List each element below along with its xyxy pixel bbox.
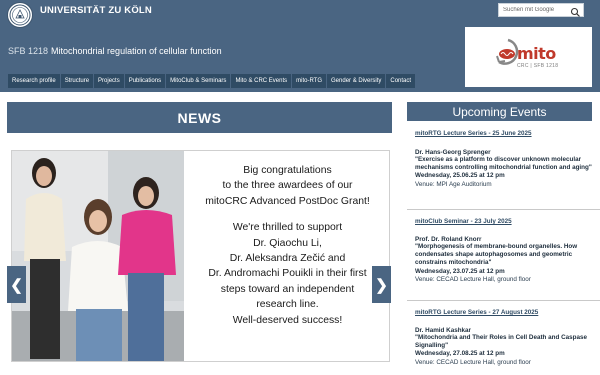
awardees-photo xyxy=(12,151,184,361)
slide-message: Big congratulations to the three awardee… xyxy=(184,163,389,328)
search-input[interactable] xyxy=(503,4,571,16)
nav-projects[interactable]: Projects xyxy=(94,74,124,88)
slide-line: Dr. Andromachi Pouikli in their first xyxy=(208,268,367,280)
event-series-link[interactable]: mitoRTG Lecture Series - 27 August 2025 xyxy=(415,301,592,316)
slide-line: We're thrilled to support xyxy=(232,222,343,234)
event-series-link[interactable]: mitoClub Seminar - 23 July 2025 xyxy=(415,210,592,225)
nav-mito-rtg[interactable]: mito-RTG xyxy=(292,74,327,88)
logo-subtitle: CRC | SFB 1218 xyxy=(517,63,559,69)
event-venue: Venue: MPI Age Auditorium xyxy=(415,180,492,188)
slide-line: to the three awardees of our xyxy=(222,180,353,192)
nav-contact[interactable]: Contact xyxy=(386,74,416,88)
nav-mitoclub-seminars[interactable]: MitoClub & Seminars xyxy=(166,74,231,88)
event-date: Wednesday, 23.07.25 at 12 pm xyxy=(415,267,505,275)
event-title: "Exercise as a platform to discover unkn… xyxy=(415,156,592,172)
slide-line: Well-deserved success! xyxy=(232,314,343,326)
mito-crc-logo[interactable]: mito CRC | SFB 1218 xyxy=(465,27,592,87)
slide-line: mitoCRC Advanced PostDoc Grant! xyxy=(205,195,370,207)
nav-structure[interactable]: Structure xyxy=(60,74,94,88)
slide-line: Dr. Qiaochu Li, xyxy=(253,237,322,249)
event-item: mitoRTG Lecture Series - 25 June 2025 Dr… xyxy=(407,121,600,210)
event-venue: Venue: CECAD Lecture Hall, ground floor xyxy=(415,358,531,366)
event-date: Wednesday, 27.08.25 at 12 pm xyxy=(415,350,505,358)
search-icon[interactable] xyxy=(570,5,581,17)
news-slide[interactable]: Big congratulations to the three awardee… xyxy=(11,150,390,362)
event-title: "Morphogenesis of membrane-bound organel… xyxy=(415,243,578,267)
main-nav: Research profile Structure Projects Publ… xyxy=(8,74,416,88)
sfb-number: SFB 1218 xyxy=(8,46,49,56)
site-title[interactable]: SFB 1218 Mitochondrial regulation of cell… xyxy=(8,46,222,56)
nav-mito-crc-events[interactable]: Mito & CRC Events xyxy=(231,74,292,88)
event-item: mitoRTG Lecture Series - 27 August 2025 … xyxy=(407,301,600,375)
events-list: mitoRTG Lecture Series - 25 June 2025 Dr… xyxy=(407,121,600,375)
nav-research-profile[interactable]: Research profile xyxy=(8,74,60,88)
logo-text: mito xyxy=(517,44,556,63)
header-divider xyxy=(0,92,600,98)
events-heading: Upcoming Events xyxy=(407,102,592,121)
university-name[interactable]: UNIVERSITÄT ZU KÖLN xyxy=(40,5,152,16)
slider-prev-button[interactable]: ❮ xyxy=(7,266,26,303)
event-series-link[interactable]: mitoRTG Lecture Series - 25 June 2025 xyxy=(415,121,592,137)
event-item: mitoClub Seminar - 23 July 2025 Prof. Dr… xyxy=(407,210,600,301)
slide-line: research line. xyxy=(256,299,319,311)
news-heading: NEWS xyxy=(7,102,392,133)
event-title: "Mitochondria and Their Roles in Cell De… xyxy=(415,334,587,350)
slide-line: steps toward an independent xyxy=(220,283,355,295)
university-seal-icon[interactable] xyxy=(7,2,33,28)
slide-line: Dr. Aleksandra Zečić and xyxy=(229,253,346,265)
nav-publications[interactable]: Publications xyxy=(124,74,166,88)
top-bar: UNIVERSITÄT ZU KÖLN xyxy=(0,0,600,28)
event-speaker: Dr. Hans-Georg Sprenger xyxy=(415,149,491,156)
nav-gender-diversity[interactable]: Gender & Diversity xyxy=(327,74,386,88)
event-venue: Venue: CECAD Lecture Hall, ground floor xyxy=(415,275,531,283)
search-box[interactable] xyxy=(498,3,584,17)
event-speaker: Prof. Dr. Roland Knorr xyxy=(415,236,482,243)
event-date: Wednesday, 25.06.25 at 12 pm xyxy=(415,172,505,180)
slide-line: Big congratulations xyxy=(243,165,332,176)
site-header: SFB 1218 Mitochondrial regulation of cell… xyxy=(0,22,600,92)
event-speaker: Dr. Hamid Kashkar xyxy=(415,327,471,334)
sfb-title-text: Mitochondrial regulation of cellular fun… xyxy=(51,46,222,56)
slider-next-button[interactable]: ❯ xyxy=(372,266,391,303)
